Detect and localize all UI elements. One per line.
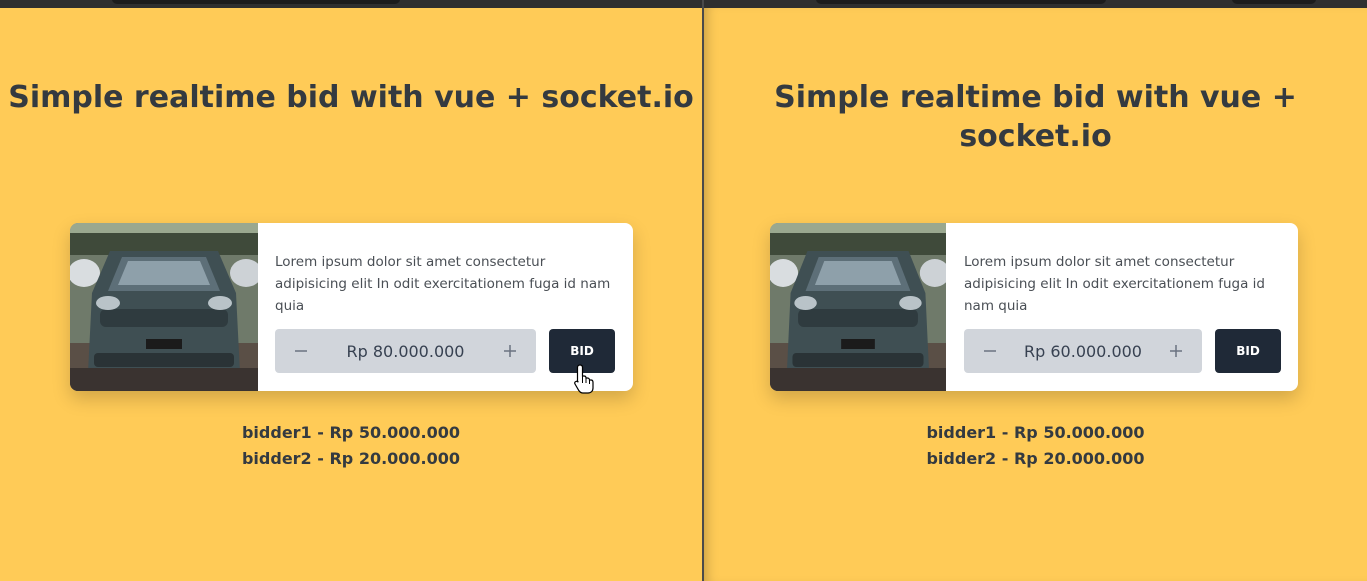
list-item: bidder2 - Rp 20.000.000: [926, 449, 1145, 468]
minus-icon: [295, 350, 307, 352]
bidders-list: bidder1 - Rp 50.000.000 bidder2 - Rp 20.…: [704, 420, 1367, 472]
increment-button[interactable]: [1150, 329, 1202, 373]
bid-amount-stepper: Rp 80.000.000: [275, 329, 536, 373]
bidders-list: bidder1 - Rp 50.000.000 bidder2 - Rp 20.…: [0, 420, 702, 472]
page-title: Simple realtime bid with vue + socket.io: [774, 80, 1297, 154]
car-photo-icon: [70, 223, 258, 391]
list-item: bidder2 - Rp 20.000.000: [241, 449, 461, 468]
car-photo-icon: [770, 223, 946, 391]
car-photo: [770, 223, 946, 391]
bid-amount-stepper: Rp 60.000.000: [964, 329, 1202, 373]
browser-window-left: Simple realtime bid with vue + socket.io: [0, 8, 702, 581]
browser-toolbar-right: [704, 0, 1367, 8]
address-bar[interactable]: [112, 0, 400, 4]
hand-pointer-icon: [574, 364, 594, 394]
bid-button[interactable]: BID: [1215, 329, 1281, 373]
decrement-button[interactable]: [964, 329, 1016, 373]
page-title: Simple realtime bid with vue + socket.io: [8, 80, 694, 115]
item-description: Lorem ipsum dolor sit amet consectetur a…: [964, 254, 1265, 314]
car-photo: [70, 223, 258, 391]
browser-toolbar-left: [0, 0, 702, 8]
list-item: bidder1 - Rp 50.000.000: [241, 423, 461, 442]
auction-card: Lorem ipsum dolor sit amet consectetur a…: [70, 223, 633, 391]
address-bar[interactable]: [816, 0, 1106, 4]
item-description: Lorem ipsum dolor sit amet consectetur a…: [275, 254, 611, 314]
minus-icon: [984, 350, 996, 352]
card-body: Lorem ipsum dolor sit amet consectetur a…: [275, 223, 615, 391]
auction-card: Lorem ipsum dolor sit amet consectetur a…: [770, 223, 1298, 391]
increment-button[interactable]: [484, 329, 536, 373]
plus-icon: [1170, 345, 1182, 357]
browser-window-right: Simple realtime bid with vue + socket.io: [704, 8, 1367, 581]
bid-amount-value: Rp 60.000.000: [1024, 341, 1142, 361]
decrement-button[interactable]: [275, 329, 327, 373]
list-item: bidder1 - Rp 50.000.000: [926, 423, 1145, 442]
plus-icon: [504, 345, 516, 357]
profile-button[interactable]: [1232, 0, 1316, 4]
bid-amount-value: Rp 80.000.000: [346, 341, 465, 361]
card-body: Lorem ipsum dolor sit amet consectetur a…: [964, 223, 1281, 391]
